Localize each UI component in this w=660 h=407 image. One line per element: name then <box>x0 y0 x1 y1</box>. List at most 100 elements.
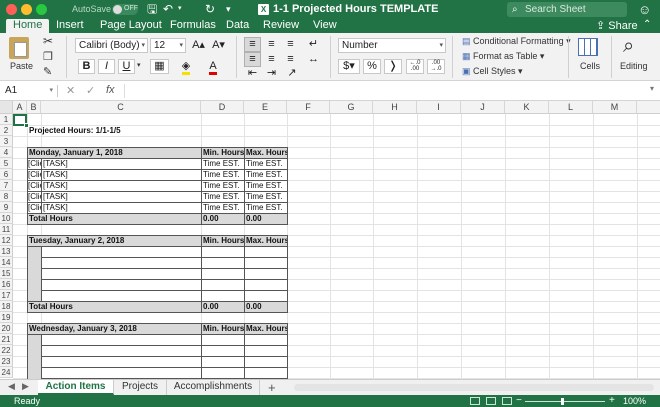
tab-review[interactable]: Review <box>263 19 299 33</box>
italic-button[interactable]: I <box>98 59 115 74</box>
decrease-indent-button[interactable]: ⇤ <box>244 66 261 81</box>
time-est-cell[interactable]: Time EST. <box>244 180 287 191</box>
page-layout-view-icon[interactable] <box>486 397 496 405</box>
time-est-cell[interactable]: Time EST. <box>201 180 244 191</box>
client-cell[interactable]: [Clie <box>27 180 41 191</box>
zoom-window-button[interactable] <box>36 4 47 15</box>
copy-icon[interactable]: ❐ <box>43 50 53 63</box>
underline-dropdown-icon[interactable]: ▾ <box>137 61 141 69</box>
task-cell[interactable]: [TASK] <box>41 180 201 191</box>
row-header[interactable]: 4 <box>0 147 13 158</box>
bold-button[interactable]: B <box>78 59 95 74</box>
name-box[interactable]: A1 ▾ <box>3 84 53 98</box>
save-icon[interactable]: 🖫 <box>147 2 157 16</box>
align-left-button[interactable]: ≡ <box>244 52 261 67</box>
day-header[interactable]: Wednesday, January 3, 2018 <box>27 323 201 334</box>
feedback-smiley-icon[interactable]: ☺ <box>638 2 651 17</box>
prev-sheet-icon[interactable]: ◀ <box>8 381 15 392</box>
client-cell[interactable]: [Clie <box>27 202 41 213</box>
underline-button[interactable]: U <box>118 59 135 74</box>
column-header-k[interactable]: K <box>505 101 549 114</box>
worksheet-grid[interactable]: A B C D E F G H I J K L M 1 2 3 4 5 6 7 … <box>0 101 660 379</box>
minimize-window-button[interactable] <box>21 4 32 15</box>
sheet-tab-projects[interactable]: Projects <box>114 380 167 395</box>
time-est-cell[interactable]: Time EST. <box>201 158 244 169</box>
row-header[interactable]: 19 <box>0 312 13 323</box>
align-center-button[interactable]: ≡ <box>263 52 280 67</box>
font-name-select[interactable]: Calibri (Body) ▾ <box>75 38 148 53</box>
column-header-l[interactable]: L <box>549 101 593 114</box>
customize-toolbar-icon[interactable]: ▾ <box>226 2 231 16</box>
tab-home[interactable]: Home <box>6 19 50 33</box>
max-hours-header[interactable]: Max. Hours <box>244 323 287 334</box>
fill-color-button[interactable]: ◈ <box>176 59 196 75</box>
zoom-slider-knob[interactable] <box>561 398 564 405</box>
autosave-toggle[interactable]: OFF <box>112 4 138 15</box>
normal-view-icon[interactable] <box>470 397 480 405</box>
zoom-out-button[interactable]: − <box>516 395 522 407</box>
row-header[interactable]: 12 <box>0 235 13 246</box>
column-header-d[interactable]: D <box>201 101 244 114</box>
next-sheet-icon[interactable]: ▶ <box>22 381 29 392</box>
row-header[interactable]: 13 <box>0 246 13 257</box>
row-header[interactable]: 17 <box>0 290 13 301</box>
horizontal-scrollbar[interactable] <box>294 384 654 391</box>
close-window-button[interactable] <box>6 4 17 15</box>
time-est-cell[interactable]: Time EST. <box>244 158 287 169</box>
zoom-in-button[interactable]: + <box>609 395 615 407</box>
enter-icon[interactable]: ✓ <box>86 84 95 97</box>
font-color-button[interactable]: A <box>204 59 222 75</box>
row-header[interactable]: 3 <box>0 136 13 147</box>
row-header[interactable]: 2 <box>0 125 13 136</box>
total-hours-label[interactable]: Total Hours <box>27 301 201 312</box>
min-hours-header[interactable]: Min. Hours <box>201 147 244 158</box>
align-bottom-button[interactable]: ≡ <box>282 37 299 52</box>
total-max-hours[interactable]: 0.00 <box>244 301 287 312</box>
total-min-hours[interactable]: 0.00 <box>201 213 244 224</box>
row-header[interactable]: 11 <box>0 224 13 235</box>
undo-icon[interactable]: ↶ <box>163 2 173 16</box>
time-est-cell[interactable]: Time EST. <box>244 191 287 202</box>
row-header[interactable]: 9 <box>0 202 13 213</box>
row-header[interactable]: 1 <box>0 114 13 125</box>
column-header-h[interactable]: H <box>373 101 417 114</box>
total-min-hours[interactable]: 0.00 <box>201 301 244 312</box>
column-header-b[interactable]: B <box>27 101 41 114</box>
row-header[interactable]: 18 <box>0 301 13 312</box>
client-cell[interactable]: [Clie <box>27 158 41 169</box>
row-header[interactable]: 5 <box>0 158 13 169</box>
align-right-button[interactable]: ≡ <box>282 52 299 67</box>
row-header[interactable]: 24 <box>0 367 13 378</box>
sheet-tab-action-items[interactable]: Action Items <box>38 380 114 395</box>
row-header[interactable]: 14 <box>0 257 13 268</box>
magnifier-icon[interactable]: ⌕ <box>623 35 634 58</box>
task-cell[interactable]: [TASK] <box>41 191 201 202</box>
format-painter-icon[interactable]: ✎ <box>43 65 52 78</box>
fill-handle[interactable] <box>24 123 29 128</box>
collapse-ribbon-icon[interactable]: ⌃ <box>643 19 651 30</box>
page-break-view-icon[interactable] <box>502 397 512 405</box>
tab-view[interactable]: View <box>313 19 337 33</box>
insert-function-icon[interactable]: fx <box>106 84 115 96</box>
time-est-cell[interactable]: Time EST. <box>201 169 244 180</box>
increase-indent-button[interactable]: ⇥ <box>263 66 280 81</box>
row-header[interactable]: 20 <box>0 323 13 334</box>
row-header[interactable]: 15 <box>0 268 13 279</box>
row-header[interactable]: 7 <box>0 180 13 191</box>
decrease-font-size-button[interactable]: A▾ <box>210 38 227 53</box>
max-hours-header[interactable]: Max. Hours <box>244 235 287 246</box>
currency-button[interactable]: $▾ <box>338 59 360 74</box>
column-header-e[interactable]: E <box>244 101 287 114</box>
day-header[interactable]: Monday, January 1, 2018 <box>27 147 201 158</box>
cancel-icon[interactable]: ✕ <box>66 84 75 97</box>
conditional-formatting-button[interactable]: ▤ Conditional Formatting ▾ <box>462 36 571 47</box>
row-header[interactable]: 8 <box>0 191 13 202</box>
redo-icon[interactable]: ↻ <box>205 2 215 16</box>
cut-icon[interactable]: ✂ <box>43 34 53 48</box>
task-cell[interactable]: [TASK] <box>41 158 201 169</box>
select-all-corner[interactable] <box>0 101 13 114</box>
share-button[interactable]: ⇪ Share <box>596 19 638 32</box>
max-hours-header[interactable]: Max. Hours <box>244 147 287 158</box>
tab-page-layout[interactable]: Page Layout <box>100 19 162 33</box>
total-hours-label[interactable]: Total Hours <box>27 213 201 224</box>
